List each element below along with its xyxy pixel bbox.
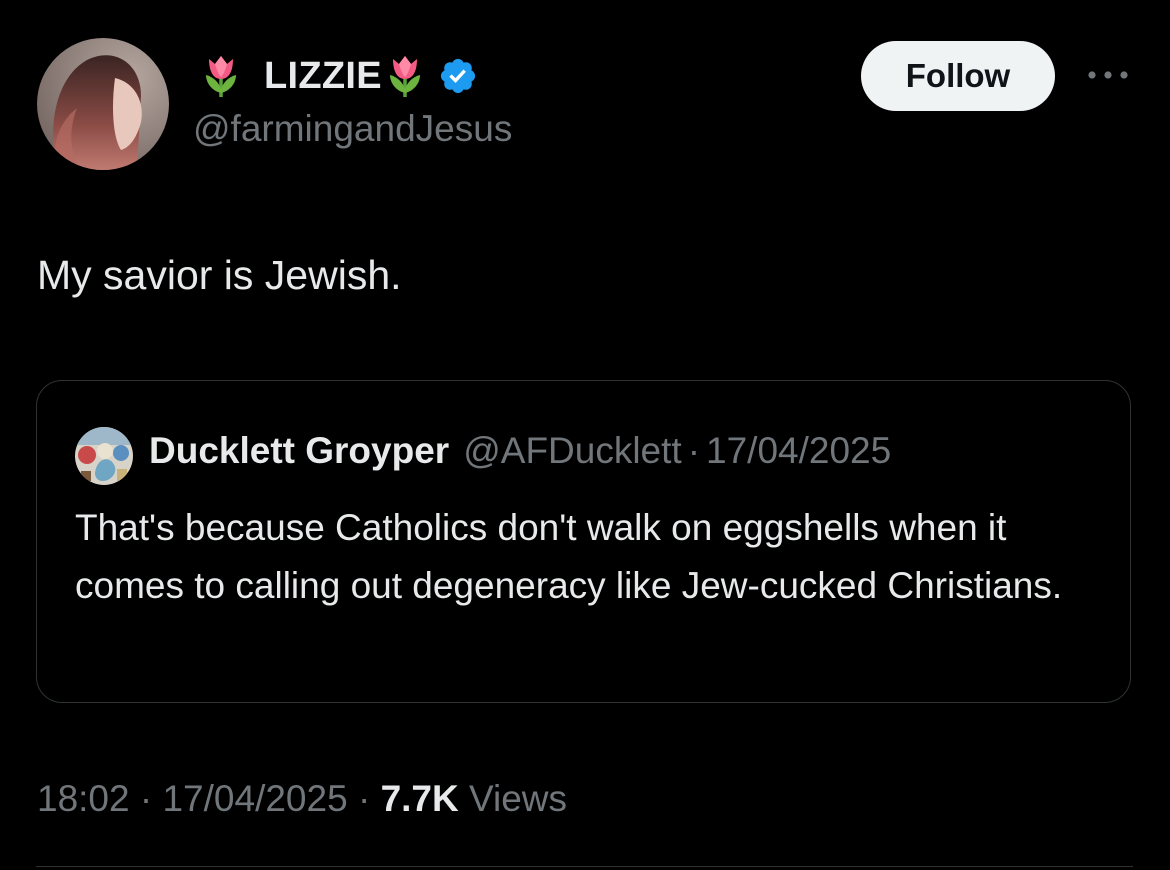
quoted-author-handle[interactable]: @AFDucklett bbox=[463, 430, 682, 472]
views-label: Views bbox=[458, 778, 568, 819]
tweet-time[interactable]: 18:02 bbox=[37, 778, 130, 819]
quoted-tweet-text: That's because Catholics don't walk on e… bbox=[75, 507, 1063, 606]
views-count: 7.7K bbox=[380, 778, 459, 819]
verified-badge-icon[interactable] bbox=[438, 56, 478, 96]
author-display-name[interactable]: LIZZIE bbox=[264, 55, 382, 98]
quoted-separator: · bbox=[687, 430, 701, 471]
tulip-icon bbox=[384, 53, 426, 99]
quoted-tweet-card[interactable]: Ducklett Groyper @AFDucklett · 17/04/202… bbox=[36, 380, 1131, 703]
tulip-icon bbox=[200, 53, 242, 99]
author-handle[interactable]: @farmingandJesus bbox=[193, 108, 512, 150]
more-options-icon[interactable] bbox=[1082, 60, 1134, 90]
author-avatar[interactable] bbox=[37, 38, 169, 170]
quoted-header: Ducklett Groyper @AFDucklett · 17/04/202… bbox=[149, 425, 891, 477]
meta-separator: · bbox=[347, 778, 381, 819]
tweet-meta: 18:02 · 17/04/2025 · 7.7K Views bbox=[37, 778, 567, 820]
quoted-author-avatar[interactable] bbox=[75, 427, 133, 485]
divider bbox=[36, 866, 1133, 867]
avatar-photo bbox=[37, 38, 169, 170]
meta-separator: · bbox=[129, 778, 163, 819]
author-name-row: LIZZIE bbox=[200, 50, 478, 102]
tweet-date[interactable]: 17/04/2025 bbox=[162, 778, 347, 819]
tweet-text: My savior is Jewish. bbox=[37, 252, 402, 298]
quoted-avatar-photo bbox=[75, 427, 133, 485]
follow-button[interactable]: Follow bbox=[861, 41, 1055, 111]
quoted-author-name[interactable]: Ducklett Groyper bbox=[149, 430, 449, 472]
quoted-date[interactable]: 17/04/2025 bbox=[706, 430, 891, 472]
